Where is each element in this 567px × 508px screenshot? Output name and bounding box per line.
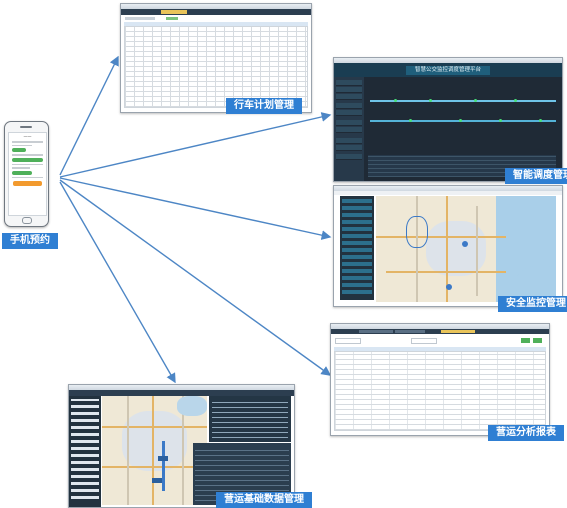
bus-dot	[459, 119, 462, 122]
map-road-minor	[127, 396, 129, 505]
export-button	[533, 338, 542, 343]
map-pin	[462, 241, 468, 247]
toolbar-field	[125, 17, 155, 20]
phone-green-bar	[12, 157, 43, 162]
sidebar-row	[336, 154, 362, 160]
map-route	[162, 441, 165, 491]
dispatch-title: 智慧公交监控调度管理平台	[406, 66, 490, 75]
phone-line	[12, 163, 43, 165]
map-urban-area	[122, 411, 187, 471]
sidebar-row	[336, 120, 362, 126]
arrow-to-report	[59, 179, 332, 376]
caption-plan: 行车计划管理	[226, 98, 302, 114]
map-pin	[446, 284, 452, 290]
map-route	[406, 216, 428, 248]
screenshot-basedata	[68, 384, 295, 508]
arrow-to-basedata	[59, 181, 176, 384]
sidebar-row	[336, 87, 362, 93]
phone-line	[12, 144, 32, 146]
toolbar-button	[166, 17, 178, 20]
phone-line	[12, 154, 43, 156]
arrow-to-dispatch	[59, 112, 332, 178]
bus-dot	[394, 99, 397, 102]
phone-speaker	[20, 126, 32, 128]
phone-line	[12, 167, 30, 169]
map-water	[177, 396, 207, 416]
filter-field	[411, 338, 437, 344]
sidebar-row	[336, 103, 362, 109]
phone-green-bar	[12, 170, 32, 175]
route-line-lower	[370, 120, 556, 122]
screenshot-monitor	[333, 185, 563, 307]
sidebar-row	[336, 127, 362, 133]
filter-field	[335, 338, 361, 344]
bus-dot	[429, 99, 432, 102]
map-road-minor	[476, 206, 478, 296]
phone-submit-button[interactable]	[13, 181, 42, 186]
nav-tabbar	[121, 9, 311, 15]
map-road	[102, 466, 207, 468]
bus-dot	[409, 119, 412, 122]
nav-tab	[395, 330, 425, 333]
caption-dispatch: 智能调度管理	[505, 168, 567, 184]
map-bus-marker	[152, 478, 162, 483]
caption-phone: 手机预约	[2, 233, 58, 249]
arrow-to-monitor	[59, 177, 332, 240]
basedata-info-rows	[212, 400, 288, 438]
screenshot-dispatch: 智慧公交监控调度管理平台	[333, 57, 563, 182]
basedata-map	[102, 396, 207, 505]
bus-dot	[539, 119, 542, 122]
nav-tab	[359, 330, 393, 333]
arrow-to-plan	[59, 55, 119, 176]
sidebar-row	[336, 138, 362, 144]
map-road	[386, 271, 506, 273]
sidebar-row	[336, 80, 362, 86]
phone-mockup: ——	[4, 121, 49, 227]
bus-dot	[514, 99, 517, 102]
screenshot-plan	[120, 3, 312, 113]
monitor-sidebar-list	[342, 199, 372, 294]
caption-basedata: 营运基础数据管理	[216, 492, 312, 508]
basedata-sidebar-list	[71, 399, 99, 499]
phone-screen: ——	[8, 132, 47, 216]
screenshot-report	[330, 323, 550, 436]
monitor-toolbar	[334, 191, 562, 195]
plan-table	[124, 26, 308, 108]
sidebar-row	[336, 145, 362, 151]
phone-line	[12, 176, 43, 178]
monitor-map	[376, 196, 556, 302]
bus-dot	[474, 99, 477, 102]
caption-monitor: 安全监控管理	[498, 296, 567, 312]
report-table	[334, 351, 546, 431]
phone-green-bar	[12, 148, 26, 152]
caption-report: 营运分析报表	[488, 425, 564, 441]
map-road	[102, 426, 207, 428]
phone-home-button	[22, 217, 32, 224]
route-line-upper	[370, 100, 556, 102]
map-road-minor	[416, 196, 418, 302]
bus-dot	[499, 119, 502, 122]
map-bus-marker	[158, 456, 168, 461]
query-button	[521, 338, 530, 343]
map-road	[152, 396, 154, 505]
sidebar-row	[336, 110, 362, 116]
phone-app-title: ——	[23, 134, 32, 139]
nav-tab-active	[441, 330, 475, 333]
sidebar-row	[336, 94, 362, 100]
map-road	[376, 236, 506, 238]
nav-tab-active	[161, 10, 187, 14]
phone-line	[12, 141, 43, 143]
